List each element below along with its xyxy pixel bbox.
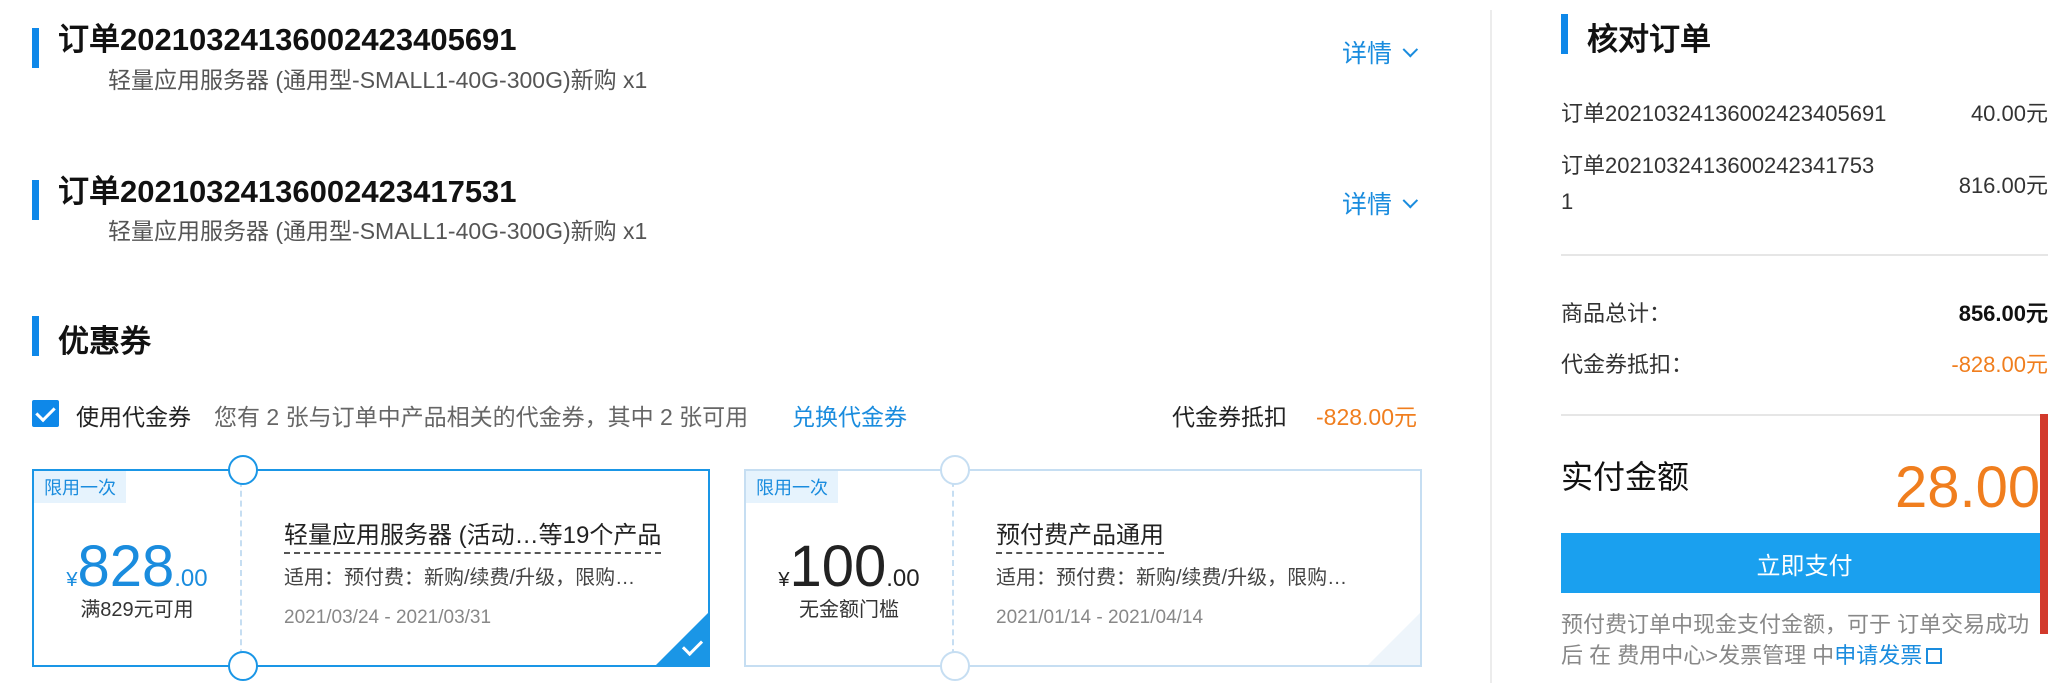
invoice-note: 预付费订单中现金支付金额，可于 订单交易成功后 在 费用中心>发票管理 中申请发… <box>1561 609 2048 671</box>
coupon-condition: 无金额门槛 <box>799 599 899 621</box>
chevron-down-icon <box>1402 41 1419 57</box>
summary-order-value: 40.00元 <box>1970 101 2048 126</box>
summary-order-label: 订单20210324136002423405691 <box>1561 101 1887 126</box>
actual-payment-label: 实付金额 <box>1561 459 1690 495</box>
order-accent-bar <box>32 28 39 68</box>
order-description: 轻量应用服务器 (通用型-SMALL1-40G-300G)新购 x1 <box>108 218 648 244</box>
amount-decimal: .00 <box>174 565 208 592</box>
coupon-validity-date: 2021/01/14 - 2021/04/14 <box>996 607 1204 628</box>
coupon-deduct-value: -828.00元 <box>1316 404 1418 430</box>
order-details-toggle[interactable]: 详情 <box>1342 185 1419 221</box>
total-value: 856.00元 <box>1958 301 2048 326</box>
summary-divider <box>1561 414 2048 416</box>
summary-order-label-line: 1 <box>1561 189 1574 214</box>
summary-order-label: 订单2021032413600242341753 1 <box>1561 148 1874 220</box>
coupon-deduct-label: 代金券抵扣： <box>1561 352 1694 377</box>
column-separator <box>1490 10 1492 683</box>
apply-invoice-link[interactable]: 申请发票 <box>1834 643 1943 668</box>
coupon-deduct-label: 代金券抵扣 <box>1172 404 1287 430</box>
invoice-note-text: 预付费订单中现金支付金额，可于 订单交易成功后 在 费用中心>发票管理 中 <box>1561 612 2030 668</box>
coupon-amount: ¥100.00 <box>746 533 952 600</box>
unselected-corner <box>1368 613 1420 665</box>
apply-invoice-label: 申请发票 <box>1834 643 1923 668</box>
summary-accent-bar <box>1561 14 1568 54</box>
coupon-card[interactable]: 限用一次 ¥100.00 无金额门槛 预付费产品通用 适用：预付费：新购/续费/… <box>744 455 1422 681</box>
details-label: 详情 <box>1342 191 1393 219</box>
coupon-notch <box>228 651 258 681</box>
pay-now-button[interactable]: 立即支付 <box>1561 533 2048 593</box>
chevron-down-icon <box>1402 192 1419 208</box>
coupon-divider <box>952 471 954 665</box>
usage-badge: 限用一次 <box>746 471 838 503</box>
details-label: 详情 <box>1342 40 1393 68</box>
use-coupon-checkbox[interactable] <box>32 400 59 427</box>
amount-integer: 828 <box>77 534 175 599</box>
coupon-notch <box>228 455 258 485</box>
amount-integer: 100 <box>789 534 887 599</box>
external-link-icon <box>1926 648 1943 664</box>
coupon-notch <box>940 455 970 485</box>
use-coupon-label[interactable]: 使用代金券 <box>76 398 191 432</box>
coupon-condition: 满829元可用 <box>80 599 194 621</box>
order-content: 订单20210324136002423405691 轻量应用服务器 (通用型-S… <box>0 0 1440 683</box>
coupon-applicability: 适用：预付费：新购/续费/升级，限购… <box>996 567 1348 589</box>
summary-title: 核对订单 <box>1587 22 1711 57</box>
coupon-divider <box>240 471 242 665</box>
coupon-section-title: 优惠券 <box>58 324 151 359</box>
coupon-deduct-value: -828.00元 <box>1951 352 2048 377</box>
coupon-card[interactable]: 限用一次 ¥828.00 满829元可用 轻量应用服务器 (活动…等19个产品 … <box>32 455 710 681</box>
floating-side-tab[interactable] <box>2040 414 2048 634</box>
coupon-title[interactable]: 预付费产品通用 <box>996 515 1164 554</box>
coupon-options-row: 使用代金券 您有 2 张与订单中产品相关的代金券，其中 2 张可用 兑换代金券 … <box>32 398 1422 432</box>
order-title: 订单20210324136002423405691 <box>58 22 517 57</box>
order-accent-bar <box>32 180 39 220</box>
currency-symbol: ¥ <box>66 569 78 591</box>
coupon-info-text: 您有 2 张与订单中产品相关的代金券，其中 2 张可用 <box>214 404 749 430</box>
summary-order-value: 816.00元 <box>1958 173 2048 198</box>
amount-decimal: .00 <box>886 565 920 592</box>
actual-payment-value: 28.00元 <box>1895 455 2048 520</box>
exchange-coupon-link[interactable]: 兑换代金券 <box>792 398 907 432</box>
coupon-applicability: 适用：预付费：新购/续费/升级，限购… <box>284 567 636 589</box>
summary-divider <box>1561 254 2048 256</box>
order-description: 轻量应用服务器 (通用型-SMALL1-40G-300G)新购 x1 <box>108 67 648 93</box>
order-details-toggle[interactable]: 详情 <box>1342 34 1419 70</box>
order-title: 订单20210324136002423417531 <box>58 174 517 209</box>
summary-order-label-line: 订单2021032413600242341753 <box>1561 153 1875 178</box>
coupon-title[interactable]: 轻量应用服务器 (活动…等19个产品 <box>284 515 662 554</box>
section-accent-bar <box>32 316 39 356</box>
coupon-validity-date: 2021/03/24 - 2021/03/31 <box>284 607 492 628</box>
usage-badge: 限用一次 <box>34 471 126 503</box>
currency-symbol: ¥ <box>778 569 790 591</box>
total-label: 商品总计： <box>1561 301 1672 326</box>
coupon-notch <box>940 651 970 681</box>
coupon-amount: ¥828.00 <box>34 533 240 600</box>
